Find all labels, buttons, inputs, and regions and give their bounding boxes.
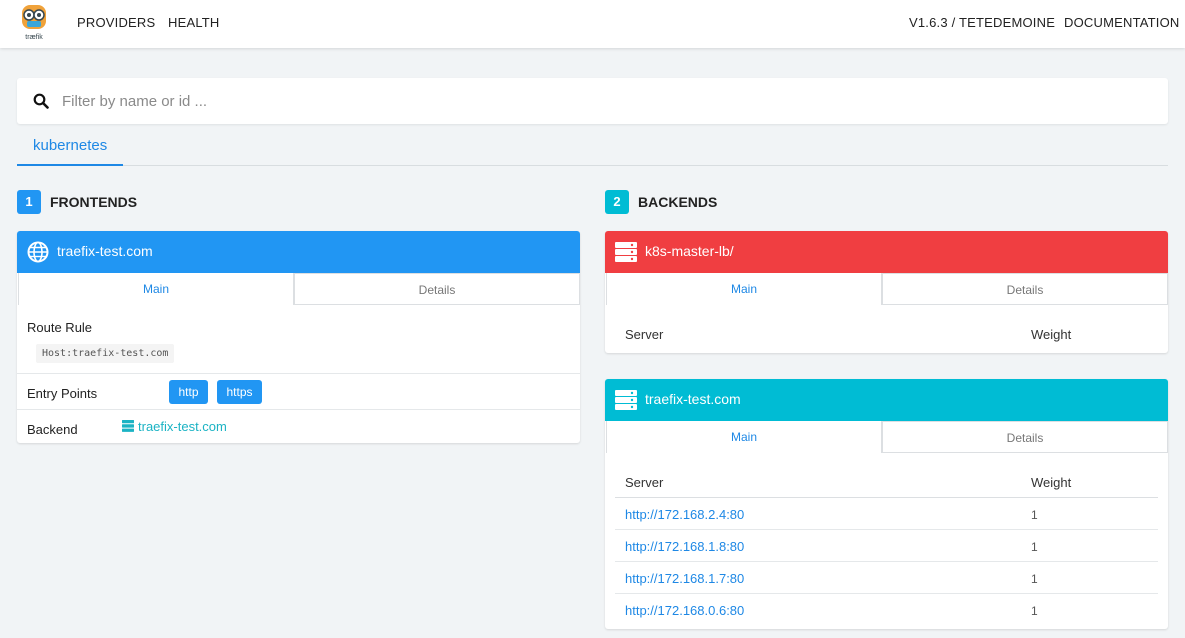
tab-main[interactable]: Main	[18, 273, 294, 305]
frontends-section-header: 1 FRONTENDS	[17, 190, 317, 214]
backends-title: BACKENDS	[638, 194, 718, 210]
nav-health-link[interactable]: HEALTH	[168, 15, 220, 30]
table-divider	[615, 593, 1158, 594]
backend-name: k8s-master-lb/	[645, 243, 734, 259]
server-url-link[interactable]: http://172.168.2.4:80	[625, 507, 744, 522]
globe-icon	[27, 241, 49, 263]
table-divider	[615, 561, 1158, 562]
nav-providers-link[interactable]: PROVIDERS	[77, 15, 155, 30]
server-icon	[615, 242, 637, 262]
server-weight: 1	[1031, 572, 1038, 586]
weight-column-header: Weight	[1031, 475, 1072, 490]
backend-card-tabs: Main Details	[606, 273, 1168, 305]
search-box	[17, 78, 1168, 124]
tab-details[interactable]: Details	[882, 273, 1168, 305]
frontends-count-badge: 1	[17, 190, 41, 214]
backends-count-badge: 2	[605, 190, 629, 214]
search-icon	[33, 93, 49, 109]
frontend-card-tabs: Main Details	[18, 273, 580, 305]
backend-card-header: k8s-master-lb/	[605, 231, 1168, 273]
search-input[interactable]	[62, 89, 1152, 113]
tab-details[interactable]: Details	[294, 273, 580, 305]
server-icon	[615, 390, 637, 410]
server-url-link[interactable]: http://172.168.1.7:80	[625, 571, 744, 586]
weight-column-header: Weight	[1031, 327, 1072, 342]
backend-card: k8s-master-lb/ Main Details Server Weigh…	[605, 231, 1168, 353]
frontend-card-header: traefix-test.com	[17, 231, 580, 273]
nav-documentation-link[interactable]: DOCUMENTATION	[1064, 15, 1180, 30]
server-column-header: Server	[625, 327, 664, 342]
tab-main[interactable]: Main	[606, 273, 882, 305]
backend-card-tabs: Main Details	[606, 421, 1168, 453]
divider	[17, 373, 580, 374]
server-column-header: Server	[625, 475, 664, 490]
table-divider	[615, 497, 1158, 498]
backend-card: traefix-test.com Main Details Server Wei…	[605, 379, 1168, 629]
tab-main[interactable]: Main	[606, 421, 882, 453]
backend-link[interactable]: traefix-test.com	[138, 419, 227, 434]
logo-text: træfik	[25, 34, 43, 41]
provider-tabs: kubernetes	[17, 128, 1168, 166]
entry-points-label: Entry Points	[27, 386, 98, 401]
frontend-name: traefix-test.com	[57, 243, 153, 259]
frontend-card: traefix-test.com Main Details Route Rule…	[17, 231, 580, 443]
server-weight: 1	[1031, 508, 1038, 522]
entry-point-https-button[interactable]: https	[217, 380, 262, 404]
server-icon	[122, 420, 134, 432]
tab-details[interactable]: Details	[882, 421, 1168, 453]
server-weight: 1	[1031, 540, 1038, 554]
traefik-logo[interactable]: træfik	[19, 3, 49, 43]
server-url-link[interactable]: http://172.168.1.8:80	[625, 539, 744, 554]
route-rule-label: Route Rule	[27, 320, 93, 335]
backend-card-header: traefix-test.com	[605, 379, 1168, 421]
backend-name: traefix-test.com	[645, 391, 741, 407]
server-weight: 1	[1031, 604, 1038, 618]
backends-section-header: 2 BACKENDS	[605, 190, 905, 214]
entry-point-http-button[interactable]: http	[169, 380, 208, 404]
top-navbar: træfik PROVIDERS HEALTH V1.6.3 / TETEDEM…	[0, 0, 1185, 48]
backend-label: Backend	[27, 422, 78, 437]
frontends-title: FRONTENDS	[50, 194, 138, 210]
server-url-link[interactable]: http://172.168.0.6:80	[625, 603, 744, 618]
divider	[17, 409, 580, 410]
version-label: V1.6.3 / TETEDEMOINE	[909, 15, 1056, 30]
tab-kubernetes[interactable]: kubernetes	[17, 128, 124, 166]
table-divider	[615, 529, 1158, 530]
route-rule-value: Host:traefix-test.com	[36, 344, 175, 363]
